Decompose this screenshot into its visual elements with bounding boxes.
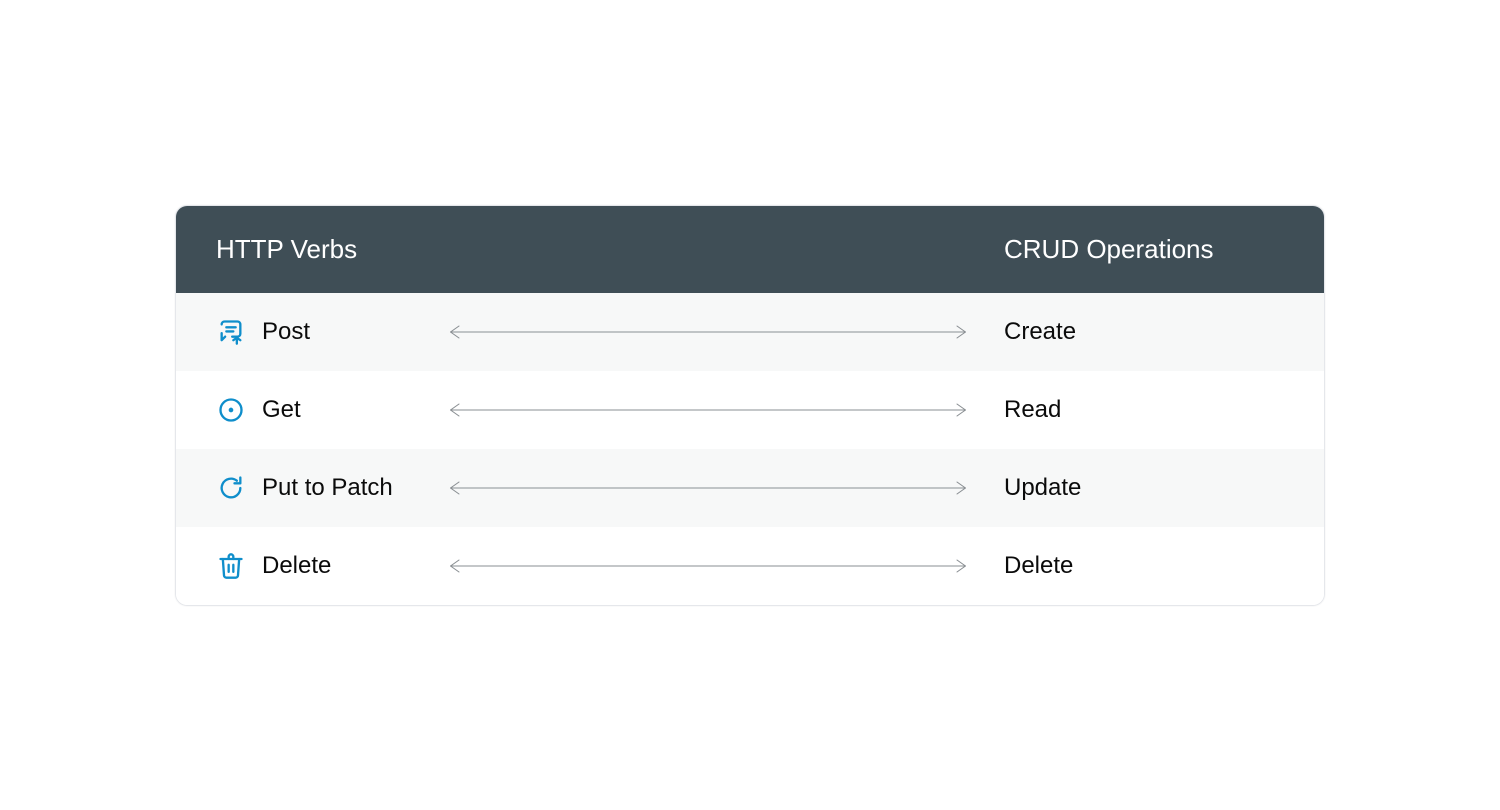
http-verb-label: Put to Patch: [262, 474, 412, 502]
header-left-label: HTTP Verbs: [216, 234, 357, 265]
http-verb-label: Post: [262, 318, 412, 346]
header-right-label: CRUD Operations: [1004, 234, 1284, 265]
table-header: HTTP Verbs CRUD Operations: [176, 206, 1324, 293]
bidirectional-arrow-icon: [442, 559, 974, 573]
message-share-icon: [216, 317, 246, 347]
record-dot-icon: [216, 395, 246, 425]
http-verb-label: Get: [262, 396, 412, 424]
crud-operation-label: Update: [1004, 474, 1284, 502]
http-crud-table: HTTP Verbs CRUD Operations Post: [175, 205, 1325, 606]
crud-operation-label: Delete: [1004, 552, 1284, 580]
bidirectional-arrow-icon: [442, 403, 974, 417]
bidirectional-arrow-icon: [442, 481, 974, 495]
http-verb-label: Delete: [262, 552, 412, 580]
trash-icon: [216, 551, 246, 581]
table-row: Post Create: [176, 293, 1324, 371]
table-row: Get Read: [176, 371, 1324, 449]
crud-operation-label: Create: [1004, 318, 1284, 346]
table-row: Delete Delete: [176, 527, 1324, 605]
refresh-icon: [216, 473, 246, 503]
crud-operation-label: Read: [1004, 396, 1284, 424]
bidirectional-arrow-icon: [442, 325, 974, 339]
table-row: Put to Patch Update: [176, 449, 1324, 527]
